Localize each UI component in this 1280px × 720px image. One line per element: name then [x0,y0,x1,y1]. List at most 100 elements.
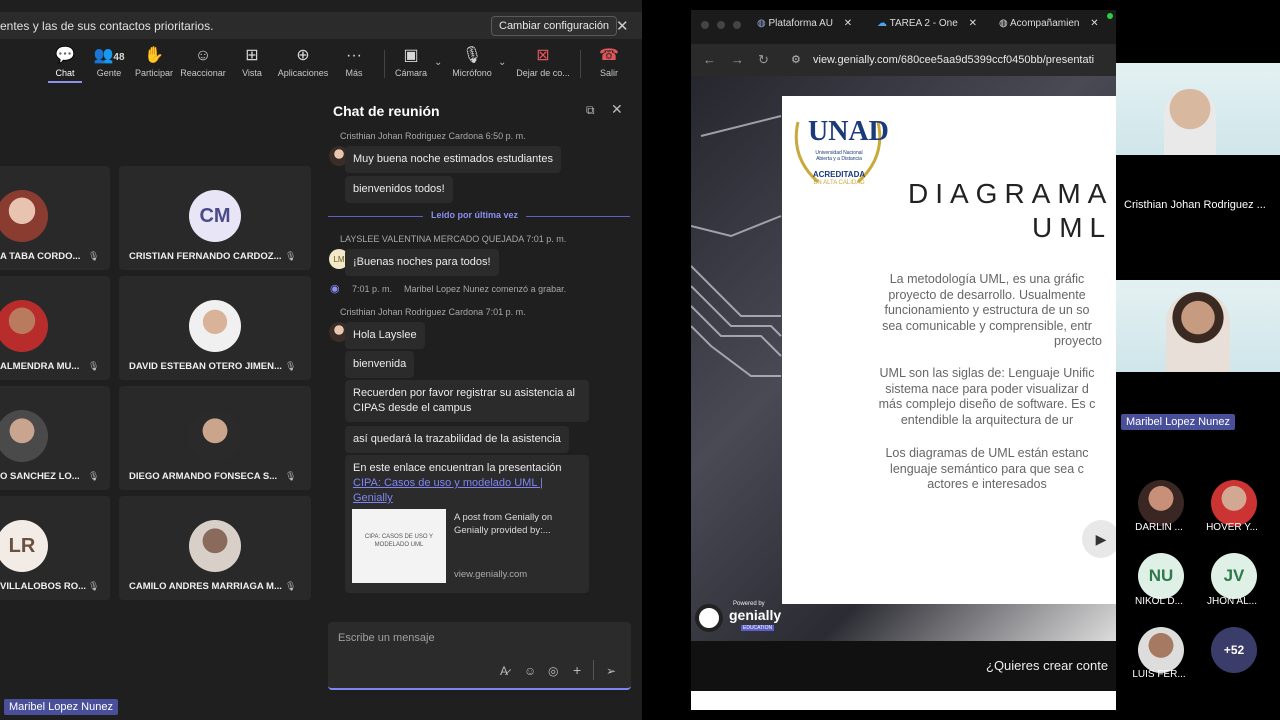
more-button[interactable]: ··· Más [324,46,384,78]
plus-icon[interactable]: + [573,662,581,678]
close-icon[interactable]: ✕ [611,101,623,118]
speaker-photo [1164,89,1216,155]
more-participants-badge[interactable]: +52 [1211,627,1257,673]
avatar[interactable]: NU [1138,553,1184,599]
chat-message[interactable]: ¡Buenas noches para todos! [345,249,499,276]
format-icon[interactable]: A̷ [500,664,508,678]
back-icon[interactable]: ← [703,52,716,67]
tab-label: TAREA 2 - One [889,18,958,29]
microphone-button[interactable]: 🎙 Micrófono [442,46,502,78]
close-icon[interactable]: ✕ [844,18,852,29]
chat-message[interactable]: Hola Layslee [345,322,425,349]
read-label: Leído por última vez [423,210,527,220]
participant-tile[interactable]: DAVID ESTEBAN OTERO JIMEN... 🎙 [119,276,311,380]
participant-tile[interactable]: O SANCHEZ LO... 🎙 [0,386,110,490]
participant-name: HOVER Y... [1206,522,1258,533]
participant-name: JHON AL... [1206,596,1257,607]
chat-message[interactable]: así quedará la trazabilidad de la asiste… [345,426,569,453]
browser-window: ◍ Plataforma AU ✕ ☁ TAREA 2 - One ✕ ◍ Ac… [691,10,1116,710]
mic-off-icon: 🎙 [88,581,100,591]
video-button[interactable]: ▶ [1082,520,1116,558]
emoji-icon[interactable]: ☺ [524,664,536,678]
participant-name: A TABA CORDO... [0,251,81,262]
leave-label: Salir [599,68,618,78]
globe-icon: ◍ [999,18,1008,29]
stop-sharing-button[interactable]: ⊠ Dejar de co... [513,46,573,78]
loop-icon[interactable]: ◎ [548,664,558,678]
mic-off-icon: 🎙 [285,581,297,591]
window-control[interactable] [701,21,709,29]
banner-text: entes y las de sus contactos prioritario… [0,19,214,33]
leave-button[interactable]: ☎ Salir [579,46,639,78]
mouse-cursor-icon: ➤ [823,343,839,363]
chat-message[interactable]: bienvenidos todos! [345,176,453,203]
badge-label: genially [729,607,782,623]
reload-icon[interactable]: ↻ [758,52,769,68]
avatar[interactable]: JV [1211,553,1257,599]
close-icon[interactable]: ✕ [616,17,629,35]
stop-share-icon: ⊠ [536,47,550,64]
participant-tile[interactable]: CAMILO ANDRES MARRIAGA M... 🎙 [119,496,311,600]
microphone-icon: 🎙 [461,47,483,64]
window-control[interactable] [733,21,741,29]
paragraph-line: proyecto [1054,334,1102,348]
chat-message[interactable]: Recuerden por favor registrar su asisten… [345,380,589,422]
share-label: Dejar de co... [516,68,570,78]
participant-tile[interactable]: DIEGO ARMANDO FONSECA S... 🎙 [119,386,311,490]
send-icon[interactable]: ➢ [606,664,616,678]
slide-title: DIAGRAMA [908,178,1114,209]
presenter-name-tag: Maribel Lopez Nunez [4,699,118,715]
teams-meeting-window: entes y las de sus contactos prioritario… [0,0,642,720]
logo-badge: ACREDITADA [812,170,866,179]
recording-notice: Maribel Lopez Nunez comenzó a grabar. [404,284,567,294]
participant-name: CAMILO ANDRES MARRIAGA M... [129,581,282,592]
mic-off-icon: 🎙 [88,361,100,371]
tab-tarea[interactable]: ☁ TAREA 2 - One ✕ [877,18,977,29]
avatar[interactable] [1211,480,1257,526]
mic-label: Micrófono [452,68,492,78]
avatar[interactable] [1138,480,1184,526]
preview-title-line: Genially provided by:... [454,525,551,536]
avatar [189,410,241,462]
avatar[interactable] [1138,627,1184,673]
camera-button[interactable]: ▣ Cámara [381,46,441,78]
participant-name: NIKOL D... [1135,596,1183,607]
participant-tile[interactable]: LR VILLALOBOS RO... 🎙 [0,496,110,600]
browser-bottom-bar [691,691,1116,710]
chat-message-with-link[interactable]: En este enlace encuentran la presentació… [345,455,589,593]
close-icon[interactable]: ✕ [1090,18,1098,29]
url-field[interactable]: view.genially.com/680cee5aa9d5399ccf0450… [813,54,1094,66]
presentation-link[interactable]: Genially [353,492,393,504]
speaker-video[interactable] [1116,63,1280,155]
paragraph-line: lenguaje semántico para que sea c [890,461,1084,476]
avatar: CM [189,190,241,242]
popout-icon[interactable]: ⧉ [586,103,595,118]
message-compose-box[interactable]: Escribe un mensaje A̷ ☺ ◎ + ➢ [328,622,631,690]
recording-time: 7:01 p. m. [352,284,393,294]
close-icon[interactable]: ✕ [969,18,977,29]
tab-plataforma[interactable]: ◍ Plataforma AU ✕ [757,18,852,29]
window-control[interactable] [717,21,725,29]
forward-icon[interactable]: → [731,52,744,67]
participant-tile[interactable]: A TABA CORDO... 🎙 [0,166,110,270]
chat-message[interactable]: Muy buena noche estimados estudiantes [345,146,561,173]
paragraph-line: La metodología UML, es una gráfic [889,272,1085,286]
chat-message[interactable]: bienvenida [345,351,415,378]
chevron-down-icon[interactable]: ⌄ [498,57,506,68]
paragraph-line: Los diagramas de UML están estanc [885,446,1089,460]
link-preview-thumbnail[interactable]: CIPA: CASOS DE USO Y MODELADO UML [352,509,446,583]
camera-icon: ▣ [403,47,419,64]
participant-tile[interactable]: CM CRISTIAN FERNANDO CARDOZ... 🎙 [119,166,311,270]
presentation-link[interactable]: CIPA: Casos de uso y modelado UML | [353,477,543,489]
participant-tile[interactable]: ALMENDRA MU... 🎙 [0,276,110,380]
presenter-video[interactable] [1116,280,1280,372]
change-settings-button[interactable]: Cambiar configuración [491,16,618,36]
preview-title-line: A post from Genially on [454,512,553,523]
tab-label: Plataforma AU [768,18,833,29]
create-content-cta[interactable]: ¿Quieres crear conte [986,658,1108,673]
genially-badge[interactable]: Powered by genially EDUCATION [695,601,789,634]
tab-acompanamiento[interactable]: ◍ Acompañamien ✕ [999,18,1099,29]
mic-off-icon: 🎙 [285,361,297,371]
site-info-icon[interactable]: ⚙ [791,53,801,66]
globe-icon: ◍ [757,18,766,29]
